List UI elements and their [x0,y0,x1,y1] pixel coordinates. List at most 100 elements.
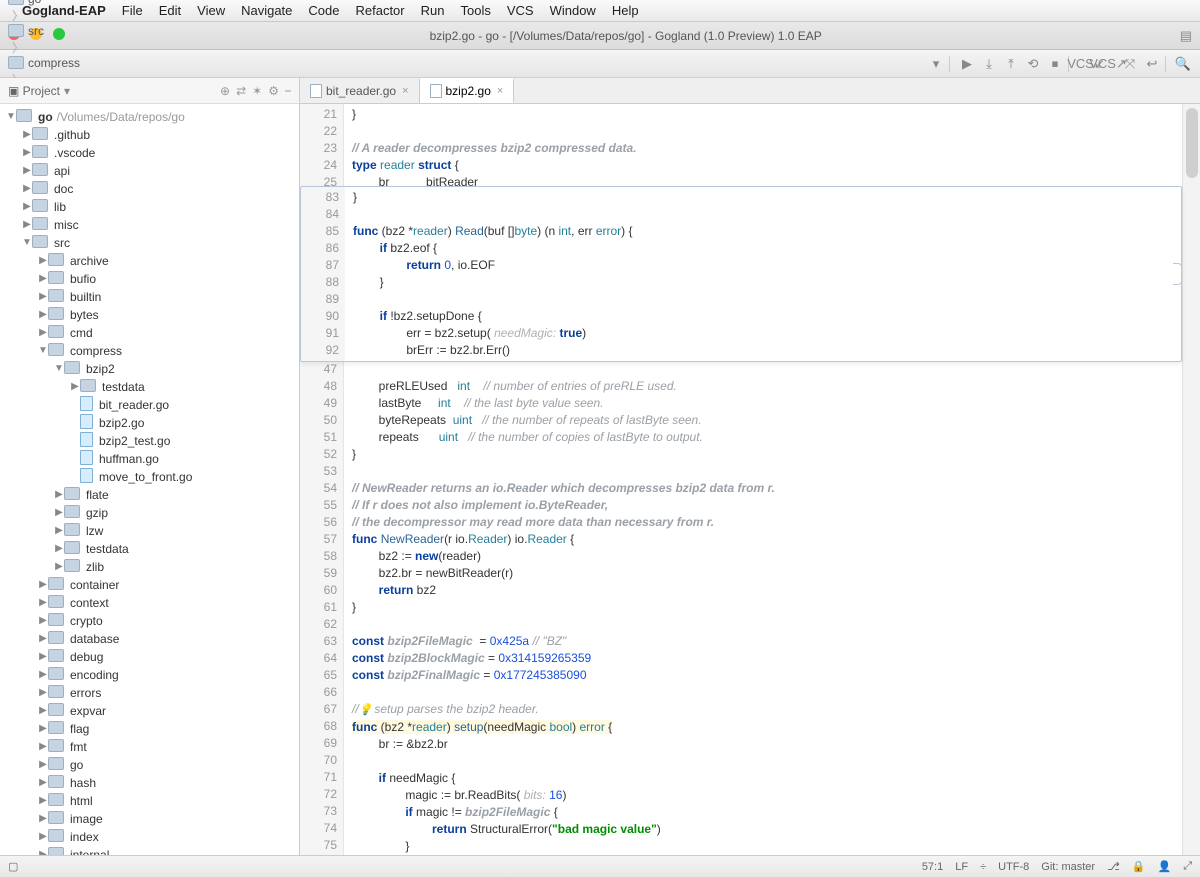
chevron-right-icon[interactable]: ▶ [38,738,48,756]
editor-tab-bzip2.go[interactable]: bzip2.go× [420,78,515,103]
tree-folder-.github[interactable]: ▶.github [0,126,299,144]
menu-navigate[interactable]: Navigate [241,3,292,18]
vcs-action-3[interactable]: ↩ [1143,55,1161,73]
tree-folder-debug[interactable]: ▶debug [0,648,299,666]
chevron-right-icon[interactable]: ▶ [54,558,64,576]
chevron-right-icon[interactable]: ▶ [38,774,48,792]
tree-folder-context[interactable]: ▶context [0,594,299,612]
tree-folder-internal[interactable]: ▶internal [0,846,299,855]
memory-indicator-icon[interactable]: ⤢ [1183,860,1192,873]
chevron-right-icon[interactable]: ▶ [38,630,48,648]
tree-folder-container[interactable]: ▶container [0,576,299,594]
git-branch[interactable]: Git: master [1041,861,1095,873]
tree-folder-database[interactable]: ▶database [0,630,299,648]
chevron-right-icon[interactable]: ▶ [38,324,48,342]
tree-file-bzip2_test.go[interactable]: bzip2_test.go [0,432,299,450]
search-everywhere-icon[interactable]: 🔍 [1174,55,1192,73]
project-header-action-3[interactable]: ⚙ [268,84,279,98]
chevron-right-icon[interactable]: ▶ [54,540,64,558]
chevron-right-icon[interactable]: ▶ [38,810,48,828]
chevron-down-icon[interactable]: ▼ [54,360,64,378]
project-header-action-1[interactable]: ⇄ [236,84,246,98]
chevron-right-icon[interactable]: ▶ [38,306,48,324]
tree-folder-flate[interactable]: ▶flate [0,486,299,504]
chevron-right-icon[interactable]: ▶ [38,720,48,738]
close-tab-icon[interactable]: × [402,85,408,97]
readonly-lock-icon[interactable] [1132,860,1146,873]
tree-folder-archive[interactable]: ▶archive [0,252,299,270]
chevron-down-icon[interactable]: ▼ [6,108,16,126]
menu-tools[interactable]: Tools [460,3,490,18]
tree-folder-.vscode[interactable]: ▶.vscode [0,144,299,162]
chevron-right-icon[interactable]: ▶ [38,594,48,612]
tree-folder-bytes[interactable]: ▶bytes [0,306,299,324]
tree-folder-zlib[interactable]: ▶zlib [0,558,299,576]
chevron-down-icon[interactable]: ▼ [38,342,48,360]
project-header-action-4[interactable]: ⎯ [285,83,291,98]
tree-folder-image[interactable]: ▶image [0,810,299,828]
tree-folder-expvar[interactable]: ▶expvar [0,702,299,720]
menu-view[interactable]: View [197,3,225,18]
caret-position[interactable]: 57:1 [922,861,943,873]
tree-folder-api[interactable]: ▶api [0,162,299,180]
chevron-right-icon[interactable]: ▶ [22,198,32,216]
tree-file-huffman.go[interactable]: huffman.go [0,450,299,468]
breadcrumb-go[interactable]: go [8,0,80,7]
tree-folder-go[interactable]: ▶go [0,756,299,774]
chevron-right-icon[interactable]: ▶ [22,180,32,198]
run-action-1[interactable]: ⤓ [980,55,998,73]
chevron-right-icon[interactable]: ▶ [38,828,48,846]
line-separator[interactable]: LF [955,861,968,873]
tree-folder-misc[interactable]: ▶misc [0,216,299,234]
vcs-action-2[interactable]: ⤧ [1121,55,1139,73]
chevron-right-icon[interactable]: ▶ [54,486,64,504]
tree-folder-flag[interactable]: ▶flag [0,720,299,738]
tree-folder-testdata[interactable]: ▶testdata [0,378,299,396]
chevron-right-icon[interactable]: ▶ [22,126,32,144]
run-action-3[interactable]: ⟲ [1024,55,1042,73]
menu-run[interactable]: Run [421,3,445,18]
menu-window[interactable]: Window [550,3,596,18]
tree-folder-errors[interactable]: ▶errors [0,684,299,702]
chevron-right-icon[interactable]: ▶ [38,648,48,666]
tree-folder-index[interactable]: ▶index [0,828,299,846]
tree-folder-hash[interactable]: ▶hash [0,774,299,792]
tree-folder-fmt[interactable]: ▶fmt [0,738,299,756]
menu-edit[interactable]: Edit [159,3,181,18]
menu-refactor[interactable]: Refactor [355,3,404,18]
tree-file-bzip2.go[interactable]: bzip2.go [0,414,299,432]
tree-folder-compress[interactable]: ▼compress [0,342,299,360]
definition-peek-popup[interactable]: 83848586878889909192 } func (bz2 *reader… [300,186,1182,362]
hector-icon[interactable]: 👤 [1157,860,1171,873]
chevron-right-icon[interactable]: ▶ [38,270,48,288]
menu-help[interactable]: Help [612,3,639,18]
code-editor[interactable]: 2122232425263839404142434445464748495051… [300,104,1200,855]
tree-file-bit_reader.go[interactable]: bit_reader.go [0,396,299,414]
chevron-right-icon[interactable]: ▶ [38,252,48,270]
chevron-right-icon[interactable]: ▶ [38,702,48,720]
tree-folder-testdata[interactable]: ▶testdata [0,540,299,558]
chevron-down-icon[interactable]: ▾ [64,84,70,98]
chevron-right-icon[interactable]: ▶ [54,504,64,522]
project-header-action-2[interactable]: ✶ [252,84,262,98]
menu-code[interactable]: Code [308,3,339,18]
chevron-right-icon[interactable]: ▶ [38,576,48,594]
tree-folder-encoding[interactable]: ▶encoding [0,666,299,684]
chevron-right-icon[interactable]: ▶ [22,216,32,234]
run-action-2[interactable]: ⤒ [1002,55,1020,73]
chevron-right-icon[interactable]: ▶ [22,144,32,162]
run-config-selector[interactable]: ▾ [927,55,945,73]
menu-file[interactable]: File [122,3,143,18]
chevron-right-icon[interactable]: ▶ [54,522,64,540]
tree-folder-src[interactable]: ▼src [0,234,299,252]
tree-folder-lzw[interactable]: ▶lzw [0,522,299,540]
file-encoding[interactable]: UTF-8 [998,861,1029,873]
breadcrumb-src[interactable]: src [8,24,80,39]
menu-vcs[interactable]: VCS [507,3,534,18]
close-tab-icon[interactable]: × [497,85,503,97]
tree-folder-builtin[interactable]: ▶builtin [0,288,299,306]
chevron-right-icon[interactable]: ▶ [38,288,48,306]
project-header-action-0[interactable]: ⊕ [220,84,230,98]
chevron-right-icon[interactable]: ▶ [70,378,80,396]
tree-folder-go[interactable]: ▼go/Volumes/Data/repos/go [0,108,299,126]
